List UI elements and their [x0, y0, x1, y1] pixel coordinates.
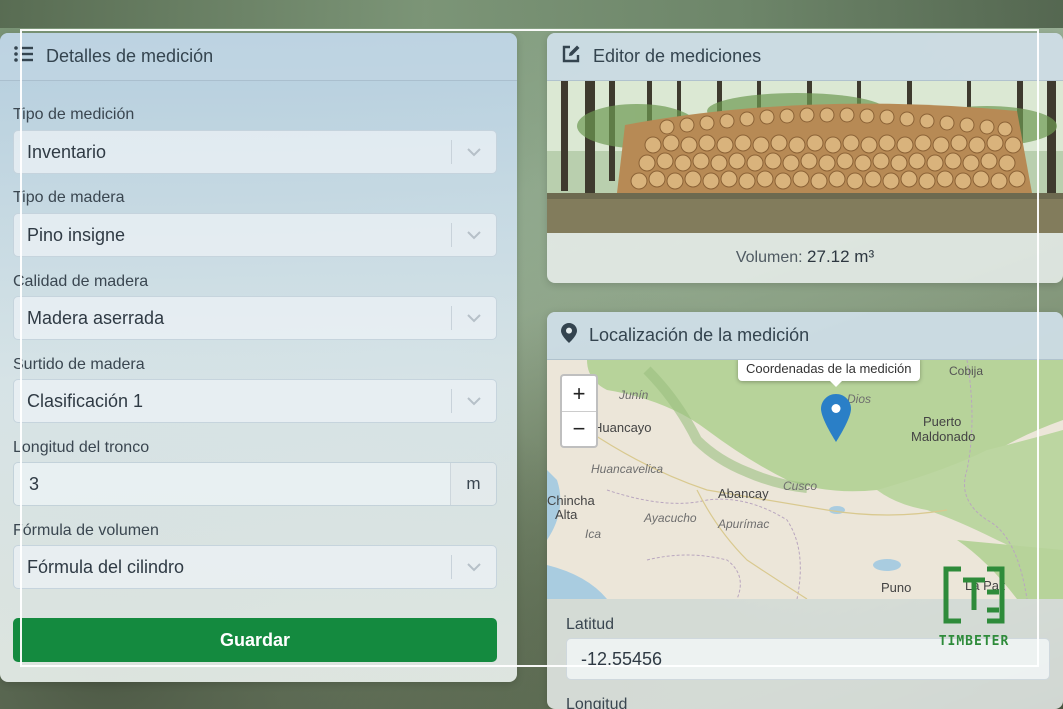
measurement-type-value: Inventario: [27, 141, 107, 162]
log-length-group: m: [13, 462, 497, 506]
wood-quality-label: Calidad de madera: [13, 273, 149, 290]
volume-label: Volumen:: [735, 249, 803, 266]
measurement-type-select[interactable]: Inventario: [13, 130, 497, 174]
editor-title: Editor de mediciones: [593, 46, 762, 66]
map-label: Apurímac: [718, 517, 770, 531]
map-label: Huancayo: [593, 420, 652, 435]
measurement-editor-card: Editor de mediciones Volumen: 27.12 m³: [547, 33, 1063, 283]
map-label: Maldonado: [911, 429, 976, 444]
chevron-down-icon[interactable]: [452, 396, 496, 406]
wood-assortment-select[interactable]: Clasificación 1: [13, 379, 497, 423]
wood-type-select[interactable]: Pino insigne: [13, 213, 497, 257]
wood-type-value: Pino insigne: [27, 224, 126, 245]
chevron-down-icon[interactable]: [452, 147, 496, 157]
map-zoom-control: + −: [560, 374, 598, 448]
edit-icon: [561, 44, 581, 69]
longitude-label: Longitud: [566, 696, 628, 709]
details-header: Detalles de medición: [0, 33, 517, 81]
map-marker-icon[interactable]: [821, 394, 851, 447]
log-length-label: Longitud del tronco: [13, 439, 150, 456]
volume-formula-select[interactable]: Fórmula del cilindro: [13, 545, 497, 589]
brand-name: TIMBETER: [938, 634, 1010, 649]
chevron-down-icon[interactable]: [452, 230, 496, 240]
volume-formula-label: Fórmula de volumen: [13, 522, 159, 539]
editor-header: Editor de mediciones: [547, 33, 1063, 81]
map-label: Ayacucho: [644, 511, 697, 525]
map-label: Huancavelica: [591, 462, 664, 476]
wood-assortment-label: Surtido de madera: [13, 356, 145, 373]
wood-quality-select[interactable]: Madera aserrada: [13, 296, 497, 340]
map-pin-icon: [561, 323, 577, 348]
log-length-unit: m: [450, 463, 496, 505]
zoom-out-button[interactable]: −: [562, 411, 596, 446]
volume-value: 27.12 m³: [807, 247, 875, 266]
map-label: Chincha: [547, 493, 595, 508]
volume-readout: Volumen: 27.12 m³: [547, 247, 1063, 267]
map-label: Ica: [585, 527, 602, 541]
measurement-type-label: Tipo de medición: [13, 106, 135, 123]
timbeter-logo: TIMBETER: [934, 566, 1014, 654]
map-label: Cusco: [783, 479, 818, 493]
wood-type-label: Tipo de madera: [13, 189, 125, 206]
map-label: Cobija: [949, 364, 984, 378]
chevron-down-icon[interactable]: [452, 313, 496, 323]
wood-pile-photo[interactable]: [547, 81, 1063, 233]
map-label: Puerto: [923, 414, 962, 429]
wood-quality-value: Madera aserrada: [27, 307, 165, 328]
list-icon: [14, 46, 34, 67]
details-title: Detalles de medición: [46, 46, 214, 66]
wood-assortment-value: Clasificación 1: [27, 390, 144, 411]
map-label: Abancay: [718, 486, 769, 501]
save-button[interactable]: Guardar: [13, 618, 497, 662]
location-map[interactable]: Cobija Junín Huancayo Dios Puerto Maldon…: [547, 360, 1063, 599]
latitude-label: Latitud: [566, 616, 615, 633]
map-label: Puno: [881, 580, 912, 595]
volume-formula-value: Fórmula del cilindro: [27, 556, 185, 577]
map-label: Junín: [619, 388, 649, 402]
location-title: Localización de la medición: [589, 325, 810, 345]
map-label: Alta: [555, 507, 578, 522]
measurement-details-card: Detalles de medición Tipo de medición In…: [0, 33, 517, 682]
map-marker-tooltip: Coordenadas de la medición: [738, 360, 920, 387]
background-strip: [0, 0, 1063, 28]
zoom-in-button[interactable]: +: [562, 376, 596, 411]
chevron-down-icon[interactable]: [452, 562, 496, 572]
timbeter-logo-icon: [941, 566, 1007, 624]
location-header: Localización de la medición: [547, 312, 1063, 360]
log-length-input[interactable]: [14, 463, 450, 505]
